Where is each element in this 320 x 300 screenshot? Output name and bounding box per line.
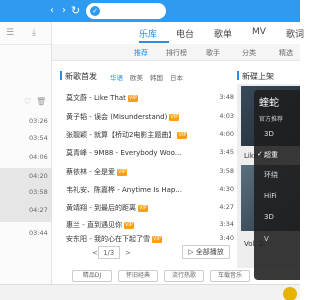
sub-tabs: 推荐 排行榜 歌手 分类 精选 <box>52 44 300 61</box>
vip-badge: VIP <box>137 205 148 212</box>
playlist-panel: ☰ ⤓ ♡ 🗑 03:26 03:54 04:06 04:20 03:58 04… <box>0 22 52 284</box>
tag-chip[interactable]: 怀旧经典 <box>118 270 158 282</box>
track-time: 03:44 <box>29 229 48 237</box>
page-number: 1/3 <box>103 249 115 257</box>
subtab-charts[interactable]: 排行榜 <box>166 48 187 58</box>
menu-item[interactable]: V <box>264 235 269 243</box>
vip-badge: VIP <box>116 169 127 176</box>
refresh-icon[interactable]: ↻ <box>71 5 83 17</box>
list-item[interactable]: 韦礼安、陈嘉桦 - Anytime Is Hap... 4:30 <box>60 182 237 196</box>
song-title: 莫文蔚 - Like That VIP <box>66 94 138 102</box>
menu-title: 蝰蛇 <box>259 98 279 109</box>
subtab-categories[interactable]: 分类 <box>242 48 256 58</box>
delete-icon[interactable]: 🗑 <box>36 97 46 106</box>
new-albums-title: 新碟上架 <box>242 72 274 81</box>
section-title: 新歌首发 <box>65 72 97 81</box>
track-time: 03:26 <box>29 117 48 125</box>
filter-western[interactable]: 欧美 <box>130 72 143 82</box>
song-title: 安东阳 - 我的心在下起了雪 VIP <box>66 235 162 243</box>
tag-chip[interactable]: 精品DJ <box>72 270 112 282</box>
section-marker <box>237 71 239 80</box>
list-item[interactable]: 张靓颖 - 就算【桥动2电影主题曲】 VIP 4:00 <box>60 127 237 141</box>
filter-korean[interactable]: 韩国 <box>150 72 163 82</box>
vip-badge: VIP <box>177 132 188 139</box>
play-all-button[interactable]: ▷ 全部播放 <box>182 245 230 259</box>
vip-badge: VIP <box>127 95 138 102</box>
list-item[interactable]: 黄靖翔 - 到最后的距离 VIP 4:27 <box>60 200 237 214</box>
tab-mv[interactable]: MV <box>252 27 266 37</box>
song-duration: 4:03 <box>219 112 234 120</box>
tab-library[interactable]: 乐库 <box>139 27 157 40</box>
filter-japanese[interactable]: 日本 <box>170 72 183 82</box>
song-duration: 4:00 <box>219 130 234 138</box>
menu-item[interactable]: 3D <box>264 130 274 138</box>
track-time: 03:58 <box>29 188 48 196</box>
tab-lyrics[interactable]: 歌词 <box>286 27 304 40</box>
track-time: 04:27 <box>29 206 48 214</box>
sound-effect-menu: 蝰蛇 官方推荐 3D ✓ 超重 环绕 HiFi 3D V <box>254 90 300 280</box>
song-duration: 3:34 <box>219 220 234 228</box>
song-duration: 4:30 <box>219 185 234 193</box>
song-title: 黄子韬 - 误会 (Misunderstand) VIP <box>66 113 180 121</box>
tag-chip[interactable]: 车载音乐 <box>210 270 250 282</box>
next-page-button[interactable]: > <box>125 249 131 257</box>
filter-chinese[interactable]: 华语 <box>110 72 123 82</box>
song-duration: 3:40 <box>219 234 234 242</box>
prev-page-button[interactable]: < <box>92 249 98 257</box>
play-all-label: 全部播放 <box>195 248 224 256</box>
forward-icon[interactable]: › <box>58 5 70 17</box>
menu-item[interactable]: 超重 <box>264 150 278 160</box>
search-input[interactable]: ✓ <box>86 3 166 19</box>
song-duration: 3:45 <box>219 148 234 156</box>
song-title: 黄靖翔 - 到最后的距离 VIP <box>66 204 148 212</box>
song-title: 韦礼安、陈嘉桦 - Anytime Is Hap... <box>66 186 182 194</box>
main-tabs: 乐库 电台 歌单 MV 歌词 <box>52 22 304 44</box>
track-time: 04:06 <box>29 153 48 161</box>
menu-item[interactable]: 3D <box>264 213 274 221</box>
tag-chip[interactable]: 流行热歌 <box>164 270 204 282</box>
list-item[interactable]: 黄子韬 - 误会 (Misunderstand) VIP 4:03 <box>60 109 237 123</box>
song-title: 惠兰 - 直到遇见你 VIP <box>66 221 134 229</box>
vip-badge: VIP <box>151 236 162 243</box>
song-title: 蔡依林 - 全是爱 VIP <box>66 168 127 176</box>
search-icon[interactable]: ✓ <box>90 6 100 16</box>
menu-subtitle: 官方推荐 <box>259 116 284 123</box>
title-bar: ‹ › ↻ ✓ <box>0 0 300 22</box>
list-item[interactable]: 蔡依林 - 全是爱 VIP 3:58 <box>60 164 237 178</box>
subtab-artists[interactable]: 歌手 <box>206 48 220 58</box>
check-icon: ✓ <box>257 150 263 158</box>
subtab-featured[interactable]: 精选 <box>279 48 293 58</box>
divider <box>0 44 51 45</box>
vip-badge: VIP <box>123 222 134 229</box>
status-bar <box>0 284 300 300</box>
menu-item[interactable]: 环绕 <box>264 170 278 180</box>
track-time: 04:20 <box>29 172 48 180</box>
song-duration: 3:48 <box>219 93 234 101</box>
tab-playlists[interactable]: 歌单 <box>214 27 232 40</box>
vip-badge: VIP <box>169 114 180 121</box>
list-item[interactable]: 莫文蔚 - Like That VIP 3:48 <box>60 90 237 104</box>
menu-item[interactable]: HiFi <box>264 192 277 200</box>
subtab-recommend[interactable]: 推荐 <box>134 48 148 58</box>
list-item[interactable]: 安东阳 - 我的心在下起了雪 VIP 3:40 <box>60 231 237 245</box>
song-duration: 3:58 <box>219 167 234 175</box>
list-icon[interactable]: ☰ <box>6 28 14 38</box>
back-icon[interactable]: ‹ <box>46 5 58 17</box>
tab-radio[interactable]: 电台 <box>176 27 194 40</box>
song-title: 张靓颖 - 就算【桥动2电影主题曲】 VIP <box>66 131 188 139</box>
track-time: 03:54 <box>29 134 48 142</box>
download-icon[interactable]: ⤓ <box>32 28 36 38</box>
list-item[interactable]: 惠兰 - 直到遇见你 VIP 3:34 <box>60 217 237 231</box>
like-icon[interactable]: ♡ <box>24 97 31 106</box>
song-title: 莫青峰 - 9M88 - Everybody Woo... <box>66 149 182 157</box>
watermark-icon <box>283 287 297 300</box>
active-tab-indicator <box>139 41 169 43</box>
song-duration: 4:27 <box>219 203 234 211</box>
section-marker <box>60 71 62 80</box>
list-item[interactable]: 莫青峰 - 9M88 - Everybody Woo... 3:45 <box>60 145 237 159</box>
